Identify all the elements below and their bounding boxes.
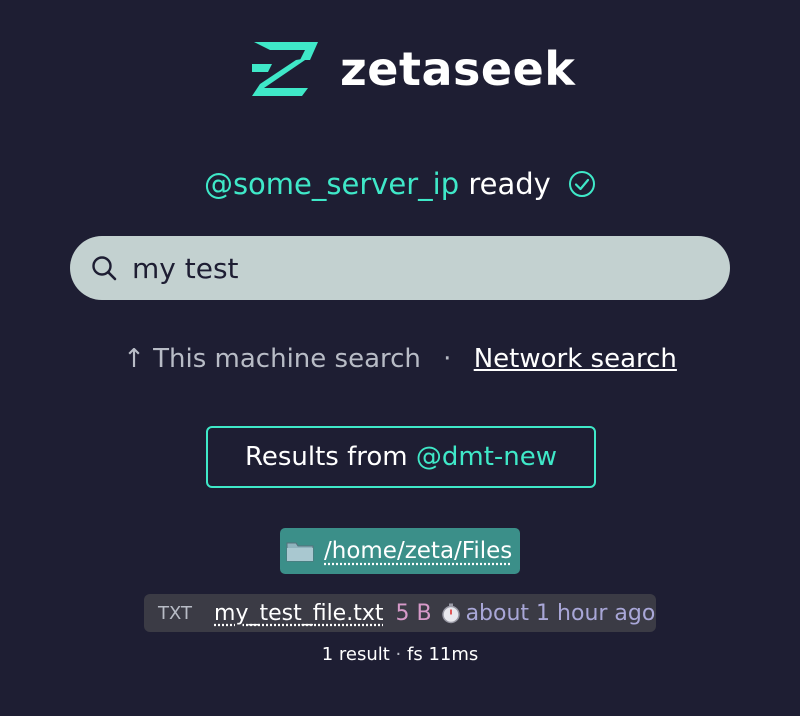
mode-separator: · [443, 344, 452, 374]
folder-icon [286, 542, 314, 562]
results-from-button[interactable]: Results from @dmt-new [206, 426, 596, 488]
search-bar[interactable] [70, 236, 730, 300]
summary-separator: · [395, 644, 402, 665]
search-icon [92, 256, 117, 281]
results-from-label: Results from [244, 442, 408, 472]
server-state: ready [468, 167, 551, 201]
file-name-link[interactable]: my_test_file.txt [214, 601, 383, 626]
search-mode-switch: ↑ This machine search · Network search [0, 340, 800, 378]
server-status: @some_server_ip ready [0, 164, 800, 204]
this-machine-search-mode[interactable]: ↑ This machine search [123, 344, 421, 374]
file-size: 5 B [395, 600, 432, 626]
file-modified-time: about 1 hour ago [465, 600, 656, 626]
result-folder[interactable]: /home/zeta/Files [280, 528, 520, 574]
results-from-node: @dmt-new [415, 442, 558, 472]
file-type-badge: TXT [158, 602, 193, 624]
server-address: @some_server_ip [203, 167, 460, 201]
network-search-link[interactable]: Network search [474, 344, 677, 374]
app-logo[interactable]: zetaseek [250, 38, 575, 100]
app-name: zetaseek [340, 42, 576, 96]
search-timing: fs 11ms [407, 644, 479, 665]
search-input[interactable] [130, 250, 694, 286]
results-summary: 1 result · fs 11ms [0, 642, 800, 668]
stopwatch-icon [441, 603, 460, 624]
file-result-row: TXT my_test_file.txt 5 B about 1 hour ag… [144, 594, 656, 632]
zetaseek-logo-icon [252, 42, 318, 96]
check-circle-icon [569, 171, 596, 197]
folder-path-link[interactable]: /home/zeta/Files [324, 538, 512, 564]
result-count: 1 result [321, 644, 390, 665]
